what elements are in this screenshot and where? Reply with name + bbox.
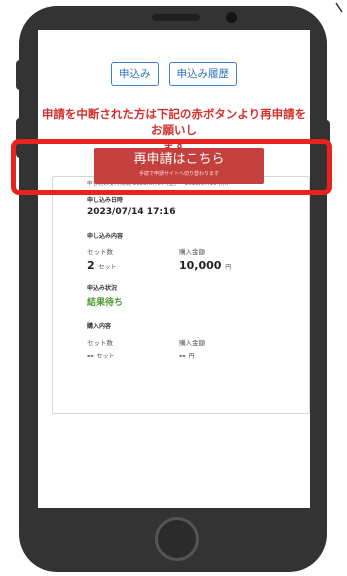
home-button[interactable] (155, 517, 199, 561)
sets-label: セット数 (87, 339, 113, 347)
amount-number: -- (179, 351, 186, 360)
sets-value: 2 セット (87, 259, 117, 272)
content-label: 申し込み内容 (87, 233, 124, 240)
sets-unit: セット (98, 264, 117, 271)
tab-apply[interactable]: 申込み (111, 62, 159, 86)
corner-mark-icon (335, 2, 343, 13)
highlight-frame (11, 139, 332, 195)
amount-label: 購入金額 (179, 339, 205, 347)
phone-screen: 申込み 申込み履歴 申請を中断された方は下記の赤ボタンより再申請をお願いし ます… (38, 30, 310, 508)
sets-label: セット数 (87, 248, 113, 256)
amount-unit: 円 (188, 353, 195, 360)
purchase-label: 購入内容 (87, 323, 112, 330)
sets-number: 2 (87, 259, 95, 272)
tab-history[interactable]: 申込み履歴 (168, 62, 237, 86)
date-label: 申し込み日時 (87, 197, 124, 204)
status-badge: 結果待ち (87, 298, 124, 308)
phone-speaker (152, 14, 200, 21)
application-card: 申し込み受付期間 2023/07/07 (金) ～ 2023/07/19 (水)… (52, 176, 310, 414)
amount-number: 10,000 (179, 259, 222, 272)
date-value: 2023/07/14 17:16 (87, 207, 176, 217)
status-label: 申込み状況 (87, 285, 118, 292)
sets-value: -- セット (87, 351, 114, 360)
sets-number: -- (87, 351, 94, 360)
sets-unit: セット (96, 353, 115, 360)
notice-line-1: 申請を中断された方は下記の赤ボタンより再申請をお願いし (41, 107, 307, 137)
amount-value: -- 円 (179, 351, 194, 360)
amount-label: 購入金額 (179, 248, 205, 256)
amount-value: 10,000 円 (179, 259, 231, 272)
tab-bar: 申込み 申込み履歴 (38, 62, 310, 86)
amount-unit: 円 (225, 264, 232, 271)
camera-icon (226, 12, 237, 23)
